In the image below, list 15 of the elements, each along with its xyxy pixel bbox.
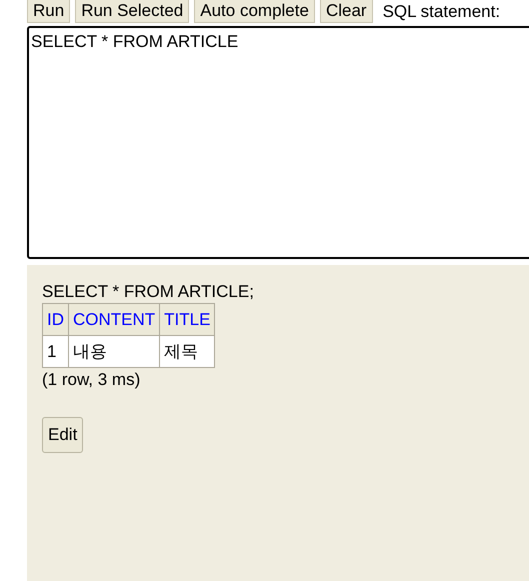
table-cell: 1 [42,336,68,368]
toolbar-button[interactable]: Run [27,0,70,23]
table-cell: 제목 [160,336,215,368]
toolbar-button[interactable]: Run Selected [75,0,190,23]
toolbar-button[interactable]: Clear [320,0,373,23]
toolbar-button[interactable]: Auto complete [194,0,315,23]
result-summary: (1 row, 3 ms) [42,370,142,390]
column-header[interactable]: CONTENT [68,304,160,336]
edit-button[interactable]: Edit [42,417,84,453]
sql-editor[interactable]: SELECT * FROM ARTICLE [27,26,529,259]
sql-statement-label: SQL statement: [382,2,500,22]
column-header[interactable]: ID [42,304,68,336]
table-cell: 내용 [68,336,160,368]
executed-statement: SELECT * FROM ARTICLE; [42,282,255,302]
column-header[interactable]: TITLE [160,304,215,336]
